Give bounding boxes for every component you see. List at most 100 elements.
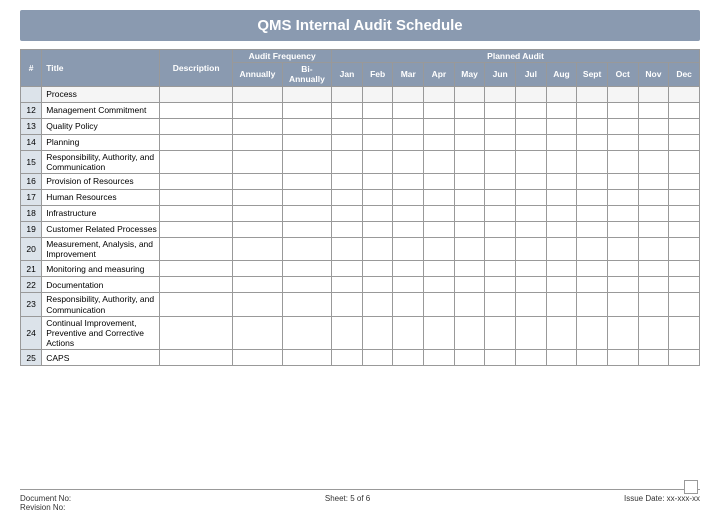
row-title: Human Resources	[42, 189, 160, 205]
row-title: Provision of Resources	[42, 173, 160, 189]
row-month-8	[546, 316, 577, 350]
row-month-3	[393, 221, 424, 237]
table-row: 15Responsibility, Authority, and Communi…	[21, 150, 700, 173]
row-num: 25	[21, 350, 42, 366]
row-month-5	[454, 293, 485, 316]
row-month-9	[577, 86, 608, 102]
row-month-3	[393, 102, 424, 118]
row-month-3	[393, 293, 424, 316]
row-bi-annually	[282, 350, 332, 366]
row-month-7	[516, 118, 547, 134]
row-annually	[233, 316, 283, 350]
row-bi-annually	[282, 173, 332, 189]
row-month-3	[393, 205, 424, 221]
table-row: Process	[21, 86, 700, 102]
row-month-9	[577, 189, 608, 205]
row-month-10	[607, 221, 638, 237]
row-month-12	[669, 86, 700, 102]
row-month-1	[332, 350, 363, 366]
corner-box	[684, 480, 698, 494]
footer-right: Issue Date: xx-xxx-xx	[624, 494, 700, 512]
row-num: 18	[21, 205, 42, 221]
row-description	[160, 237, 233, 260]
table-row: 14Planning	[21, 134, 700, 150]
row-title: Management Commitment	[42, 102, 160, 118]
row-month-6	[485, 261, 516, 277]
row-bi-annually	[282, 293, 332, 316]
header-jun: Jun	[485, 63, 516, 86]
row-month-3	[393, 134, 424, 150]
row-month-7	[516, 261, 547, 277]
row-month-2	[362, 86, 393, 102]
row-month-2	[362, 189, 393, 205]
row-month-11	[638, 277, 669, 293]
table-row: 16Provision of Resources	[21, 173, 700, 189]
row-title: Customer Related Processes	[42, 221, 160, 237]
row-title: CAPS	[42, 350, 160, 366]
row-month-11	[638, 173, 669, 189]
row-month-8	[546, 189, 577, 205]
row-month-7	[516, 173, 547, 189]
row-month-5	[454, 118, 485, 134]
row-month-6	[485, 86, 516, 102]
row-month-12	[669, 293, 700, 316]
row-month-6	[485, 205, 516, 221]
row-month-12	[669, 189, 700, 205]
row-month-10	[607, 189, 638, 205]
table-row: 18Infrastructure	[21, 205, 700, 221]
table-row: 19Customer Related Processes	[21, 221, 700, 237]
row-month-11	[638, 189, 669, 205]
row-month-8	[546, 261, 577, 277]
header-annually: Annually	[233, 63, 283, 86]
table-row: 24Continual Improvement, Preventive and …	[21, 316, 700, 350]
row-month-9	[577, 277, 608, 293]
row-month-11	[638, 205, 669, 221]
row-month-7	[516, 134, 547, 150]
header-jul: Jul	[516, 63, 547, 86]
row-month-10	[607, 316, 638, 350]
row-annually	[233, 86, 283, 102]
row-month-5	[454, 350, 485, 366]
row-month-10	[607, 173, 638, 189]
row-month-11	[638, 118, 669, 134]
row-month-10	[607, 118, 638, 134]
row-num: 23	[21, 293, 42, 316]
row-month-3	[393, 189, 424, 205]
row-month-4	[424, 173, 455, 189]
row-annually	[233, 277, 283, 293]
table-row: 21Monitoring and measuring	[21, 261, 700, 277]
row-month-8	[546, 86, 577, 102]
row-month-6	[485, 293, 516, 316]
row-month-7	[516, 316, 547, 350]
header-audit-frequency: Audit Frequency	[233, 50, 332, 63]
row-month-5	[454, 237, 485, 260]
row-month-8	[546, 221, 577, 237]
row-month-5	[454, 134, 485, 150]
row-month-12	[669, 205, 700, 221]
row-description	[160, 189, 233, 205]
row-month-4	[424, 277, 455, 293]
row-month-11	[638, 221, 669, 237]
table-row: 22Documentation	[21, 277, 700, 293]
row-bi-annually	[282, 237, 332, 260]
row-month-3	[393, 86, 424, 102]
row-month-4	[424, 86, 455, 102]
row-num: 17	[21, 189, 42, 205]
row-month-11	[638, 134, 669, 150]
row-month-8	[546, 205, 577, 221]
row-month-12	[669, 173, 700, 189]
row-description	[160, 118, 233, 134]
row-month-9	[577, 150, 608, 173]
row-month-1	[332, 221, 363, 237]
row-month-7	[516, 237, 547, 260]
row-month-1	[332, 316, 363, 350]
row-month-1	[332, 261, 363, 277]
row-bi-annually	[282, 118, 332, 134]
header-mar: Mar	[393, 63, 424, 86]
row-month-1	[332, 237, 363, 260]
row-month-7	[516, 205, 547, 221]
row-month-12	[669, 102, 700, 118]
row-title: Monitoring and measuring	[42, 261, 160, 277]
row-description	[160, 102, 233, 118]
row-num: 19	[21, 221, 42, 237]
